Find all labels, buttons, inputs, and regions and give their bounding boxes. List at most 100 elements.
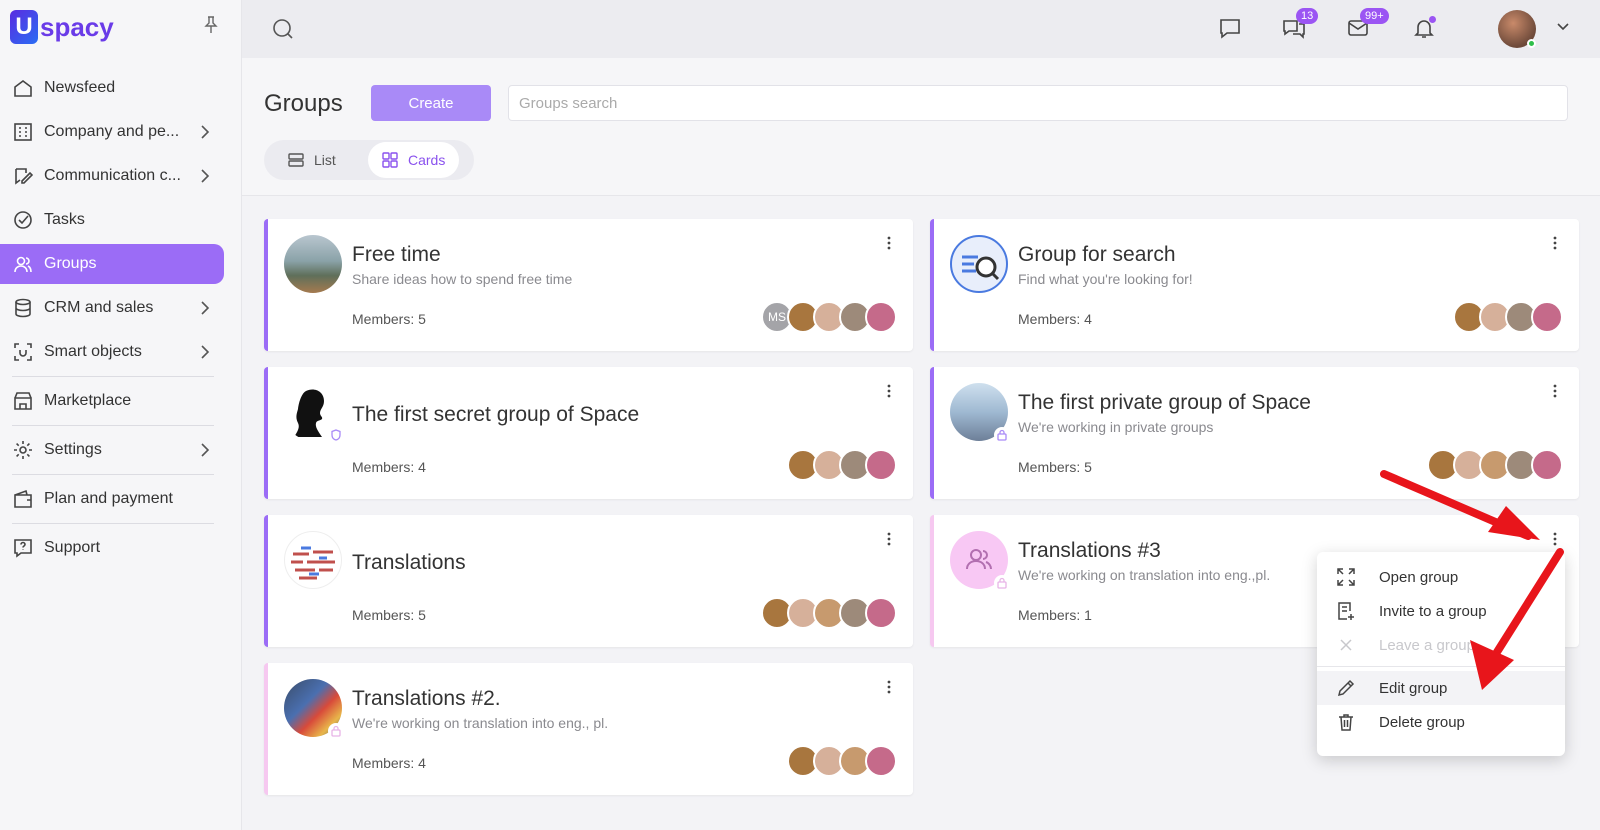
lock-icon (994, 427, 1010, 443)
gear-icon (12, 439, 34, 461)
sidebar-item-communication[interactable]: Communication c... (0, 156, 224, 196)
group-members-count: Members: 4 (352, 459, 426, 475)
sidebar-item-label: Smart objects (44, 343, 142, 360)
sidebar-divider (12, 425, 214, 426)
group-card[interactable]: Free time Share ideas how to spend free … (264, 219, 913, 351)
group-title: Translations (352, 551, 466, 574)
member-avatar (1531, 301, 1563, 333)
user-avatar[interactable] (1498, 10, 1536, 48)
group-card[interactable]: Translations Members: 5 (264, 515, 913, 647)
sidebar-item-label: Tasks (44, 211, 85, 228)
lock-icon (328, 723, 344, 739)
more-vertical-icon[interactable] (1549, 235, 1561, 251)
sidebar-item-label: CRM and sales (44, 299, 154, 316)
more-vertical-icon[interactable] (883, 531, 895, 547)
sidebar-item-settings[interactable]: Settings (0, 430, 224, 470)
sidebar-item-company[interactable]: Company and pe... (0, 112, 224, 152)
menu-leave-group: Leave a group (1317, 628, 1565, 662)
group-description: Find what you're looking for! (1018, 271, 1193, 287)
chats-icon[interactable]: 13 (1282, 8, 1319, 40)
sidebar-item-label: Newsfeed (44, 79, 116, 96)
page-title: Groups (264, 90, 343, 117)
sidebar-item-label: Support (44, 539, 101, 556)
sidebar-item-label: Company and pe... (44, 123, 180, 140)
sidebar-item-groups[interactable]: Groups (0, 244, 224, 284)
more-vertical-icon[interactable] (883, 235, 895, 251)
database-icon (12, 297, 34, 319)
view-toggle: List Cards (264, 140, 474, 180)
groups-search-input[interactable] (508, 85, 1568, 121)
pin-icon[interactable] (203, 16, 219, 34)
menu-item-label: Leave a group (1379, 636, 1475, 654)
notification-dot (1429, 16, 1436, 23)
sidebar-item-tasks[interactable]: Tasks (0, 200, 224, 240)
group-title: Translations #3 (1018, 539, 1161, 562)
member-avatars (787, 449, 897, 481)
menu-item-label: Edit group (1379, 679, 1448, 697)
group-avatar (284, 531, 342, 589)
sidebar-item-smart-objects[interactable]: Smart objects (0, 332, 224, 372)
group-card[interactable]: Translations #2. We're working on transl… (264, 663, 913, 795)
pencil-icon (1335, 677, 1357, 699)
group-card[interactable]: The first secret group of Space Members:… (264, 367, 913, 499)
more-vertical-icon[interactable] (883, 679, 895, 695)
close-icon (1335, 634, 1357, 656)
group-members-count: Members: 5 (352, 311, 426, 327)
sidebar-item-label: Communication c... (44, 167, 181, 184)
sidebar-item-crm[interactable]: CRM and sales (0, 288, 224, 328)
sidebar-item-label: Groups (44, 255, 97, 272)
menu-open-group[interactable]: Open group (1317, 560, 1565, 594)
check-circle-icon (12, 209, 34, 231)
more-vertical-icon[interactable] (1549, 531, 1561, 547)
chevron-right-icon (201, 301, 210, 315)
sidebar-item-newsfeed[interactable]: Newsfeed (0, 68, 224, 108)
message-icon[interactable] (1218, 16, 1242, 40)
view-cards-button[interactable]: Cards (368, 142, 460, 178)
chevron-down-icon[interactable] (1556, 22, 1570, 32)
group-members-count: Members: 4 (1018, 311, 1092, 327)
sidebar-divider (12, 474, 214, 475)
mail-icon[interactable]: 99+ (1346, 8, 1389, 40)
group-description: We're working in private groups (1018, 419, 1214, 435)
building-icon (12, 121, 34, 143)
member-avatar (865, 449, 897, 481)
logo-text: spacy (40, 11, 114, 42)
more-vertical-icon[interactable] (883, 383, 895, 399)
group-description: Share ideas how to spend free time (352, 271, 573, 287)
menu-delete-group[interactable]: Delete group (1317, 705, 1565, 739)
group-card[interactable]: Group for search Find what you're lookin… (930, 219, 1579, 351)
app-logo[interactable]: U spacy (10, 10, 114, 44)
more-vertical-icon[interactable] (1549, 383, 1561, 399)
view-list-button[interactable]: List (274, 142, 350, 178)
member-avatars (1427, 449, 1563, 481)
help-icon (12, 537, 34, 559)
chat-edit-icon (12, 165, 34, 187)
group-card[interactable]: The first private group of Space We're w… (930, 367, 1579, 499)
member-avatars (787, 745, 897, 777)
group-title: The first secret group of Space (352, 403, 640, 426)
menu-item-label: Invite to a group (1379, 602, 1487, 620)
create-group-button[interactable]: Create (371, 85, 491, 121)
chats-badge: 13 (1296, 8, 1319, 24)
menu-invite-to-group[interactable]: Invite to a group (1317, 594, 1565, 628)
sidebar-item-support[interactable]: Support (0, 528, 224, 568)
online-status-icon (1527, 39, 1536, 48)
bell-icon[interactable] (1412, 16, 1436, 40)
sidebar-item-label: Marketplace (44, 392, 132, 409)
group-title: The first private group of Space (1018, 391, 1311, 414)
sidebar-item-label: Settings (44, 441, 102, 458)
word-cloud-icon (291, 546, 335, 580)
search-icon[interactable] (272, 18, 294, 40)
list-icon (288, 153, 304, 167)
menu-edit-group[interactable]: Edit group (1317, 671, 1565, 705)
menu-item-label: Open group (1379, 568, 1459, 586)
users-icon (12, 253, 34, 275)
group-title: Free time (352, 243, 441, 266)
sidebar: U spacy Newsfeed Company and pe... Commu… (0, 0, 242, 830)
member-avatars (761, 597, 897, 629)
group-members-count: Members: 1 (1018, 607, 1092, 623)
sidebar-item-marketplace[interactable]: Marketplace (0, 381, 224, 421)
sidebar-item-plan[interactable]: Plan and payment (0, 479, 224, 519)
view-list-label: List (314, 152, 336, 168)
logo-mark: U (10, 10, 38, 44)
